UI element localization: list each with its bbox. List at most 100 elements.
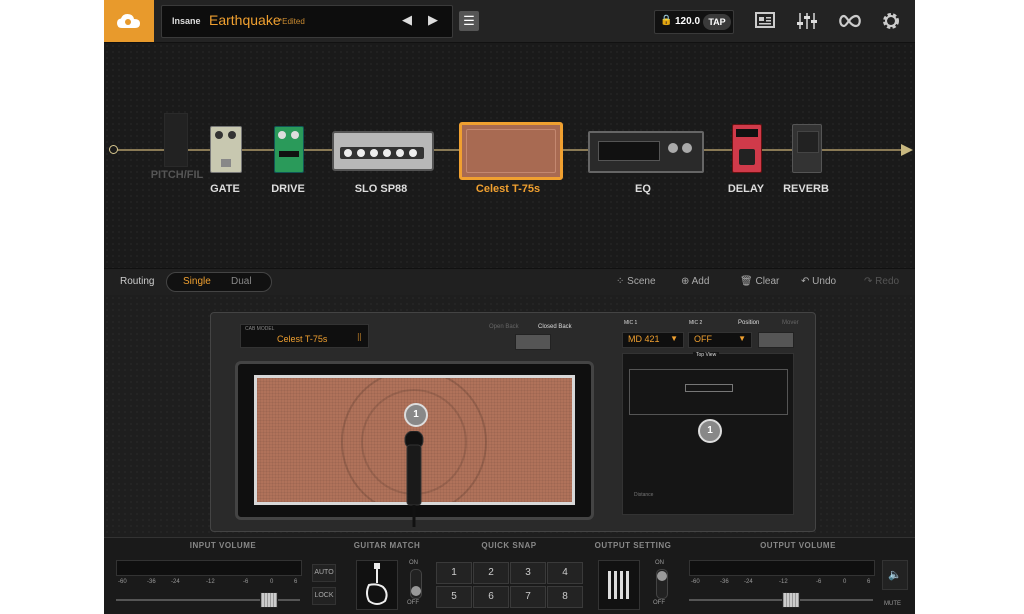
preset-name: Earthquake (209, 12, 281, 28)
undo-button[interactable]: ↶ Undo (801, 276, 836, 287)
output-setting-toggle[interactable] (656, 569, 668, 599)
output-volume-slider[interactable] (782, 592, 800, 608)
mic-position-badge[interactable]: 1 (404, 403, 428, 427)
snap-button-3[interactable]: 3 (510, 562, 546, 584)
mic2-value: OFF (694, 334, 712, 344)
cloud-icon (117, 14, 140, 28)
input-volume-header: INPUT VOLUME (189, 541, 257, 550)
top-view-cab-outline (629, 369, 788, 415)
top-bar: Insane Earthquake *Edited ◀ ▶ ☰ 🔒 120.0 … (104, 0, 915, 43)
input-tick: -36 (147, 579, 156, 585)
snap-button-2[interactable]: 2 (473, 562, 509, 584)
next-preset-icon[interactable]: ▶ (428, 12, 438, 28)
add-icon: ⊕ (681, 276, 692, 287)
output-tick: 6 (867, 579, 871, 585)
module-cab-selected[interactable] (459, 122, 563, 180)
toggle-knob (657, 571, 667, 581)
cab-model-selector[interactable]: CAB MODEL Celest T-75s ⣿ (240, 324, 369, 348)
loop-icon[interactable] (837, 14, 863, 28)
input-tick: 0 (270, 579, 274, 585)
input-tick: 6 (294, 579, 298, 585)
distance-label: Distance (634, 492, 654, 498)
routing-toggle[interactable]: Single Dual (166, 272, 272, 292)
output-tick: -6 (816, 579, 822, 585)
add-button[interactable]: ⊕ Add (681, 276, 709, 287)
snap-button-6[interactable]: 6 (473, 586, 509, 608)
module-reverb-pedal[interactable] (792, 124, 822, 173)
snap-button-1[interactable]: 1 (436, 562, 472, 584)
output-tick: -24 (744, 579, 753, 585)
cab-back-switch[interactable] (515, 334, 551, 350)
input-tick: -60 (118, 579, 127, 585)
output-tick: -12 (779, 579, 788, 585)
input-volume-slider[interactable] (260, 592, 278, 608)
toggle-knob (411, 586, 421, 596)
redo-icon: ↷ (864, 276, 876, 287)
cab-model-label: CAB MODEL (245, 326, 275, 332)
microphone-icon[interactable] (400, 431, 428, 527)
snap-button-8[interactable]: 8 (547, 586, 583, 608)
redo-button[interactable]: ↷ Redo (864, 276, 899, 287)
preset-info-icon[interactable] (755, 12, 775, 28)
settings-gear-icon[interactable] (881, 11, 901, 31)
routing-single-option[interactable]: Single (183, 276, 211, 287)
bottom-panel: INPUT VOLUME -60 -36 -24 -12 -6 0 6 AUTO… (104, 537, 915, 614)
module-label-drive: DRIVE (271, 183, 305, 195)
grid-icon: ⣿ (356, 334, 362, 341)
module-drive-pedal[interactable] (274, 126, 304, 173)
module-label-amp: SLO SP88 (354, 183, 408, 195)
mover-label: Mover (782, 320, 799, 326)
module-amp-head[interactable] (332, 131, 434, 171)
mute-label: MUTE (884, 601, 901, 607)
tap-tempo-button[interactable]: TAP (703, 14, 731, 30)
scene-button[interactable]: ⁘ Scene (616, 276, 656, 287)
output-level-meter (689, 560, 875, 576)
preset-edited-flag: *Edited (279, 17, 305, 26)
mic-distance-badge[interactable]: 1 (698, 419, 722, 443)
position-mover-switch[interactable] (758, 332, 794, 348)
lock-button[interactable]: LOCK (312, 587, 336, 605)
auto-button[interactable]: AUTO (312, 564, 336, 582)
module-delay-pedal[interactable] (732, 124, 762, 173)
preset-menu-button[interactable]: ☰ (459, 11, 479, 31)
dropdown-arrow-icon: ▼ (670, 334, 678, 343)
prev-preset-icon[interactable]: ◀ (402, 12, 412, 28)
output-tick: -36 (720, 579, 729, 585)
module-label-eq: EQ (635, 183, 651, 195)
mixer-icon[interactable] (797, 12, 817, 30)
output-channels-icon (608, 571, 629, 599)
guitar-match-header: GUITAR MATCH (353, 541, 421, 550)
mic2-selector[interactable]: OFF ▼ (688, 332, 752, 348)
output-setting-button[interactable] (598, 560, 640, 610)
preset-selector[interactable]: Insane Earthquake *Edited ◀ ▶ (161, 5, 453, 38)
snap-button-7[interactable]: 7 (510, 586, 546, 608)
clear-button[interactable]: 🗑 Clear (740, 276, 779, 287)
module-pitch-filter[interactable] (164, 113, 188, 167)
mute-button[interactable]: 🔈 (882, 560, 908, 590)
tempo-value: 120.0 (675, 16, 701, 27)
mic1-selector[interactable]: MD 421 ▼ (622, 332, 684, 348)
top-view-label: Top View (693, 352, 720, 358)
output-volume-track[interactable] (689, 599, 873, 601)
module-gate-pedal[interactable] (210, 126, 242, 173)
signal-output-arrow (901, 144, 913, 156)
input-level-meter (116, 560, 302, 576)
snap-button-4[interactable]: 4 (547, 562, 583, 584)
quick-snap-header: QUICK SNAP (481, 541, 537, 550)
cab-model-value: Celest T-75s (277, 334, 328, 344)
signal-input-node (109, 145, 118, 154)
routing-dual-option[interactable]: Dual (231, 276, 252, 287)
closed-back-label: Closed Back (538, 324, 572, 330)
lock-icon[interactable]: 🔒 (660, 15, 672, 26)
output-tick: -60 (691, 579, 700, 585)
input-tick: -12 (206, 579, 215, 585)
guitar-match-button[interactable] (356, 560, 398, 610)
module-eq-rack[interactable] (588, 131, 704, 173)
output-setting-on-label: ON (655, 560, 664, 566)
guitar-match-toggle[interactable] (410, 569, 422, 599)
cloud-button[interactable] (104, 0, 154, 42)
speaker-mute-icon: 🔈 (888, 569, 902, 581)
output-setting-header: OUTPUT SETTING (594, 541, 672, 550)
snap-button-5[interactable]: 5 (436, 586, 472, 608)
tempo-control[interactable]: 🔒 120.0 TAP (654, 10, 734, 34)
